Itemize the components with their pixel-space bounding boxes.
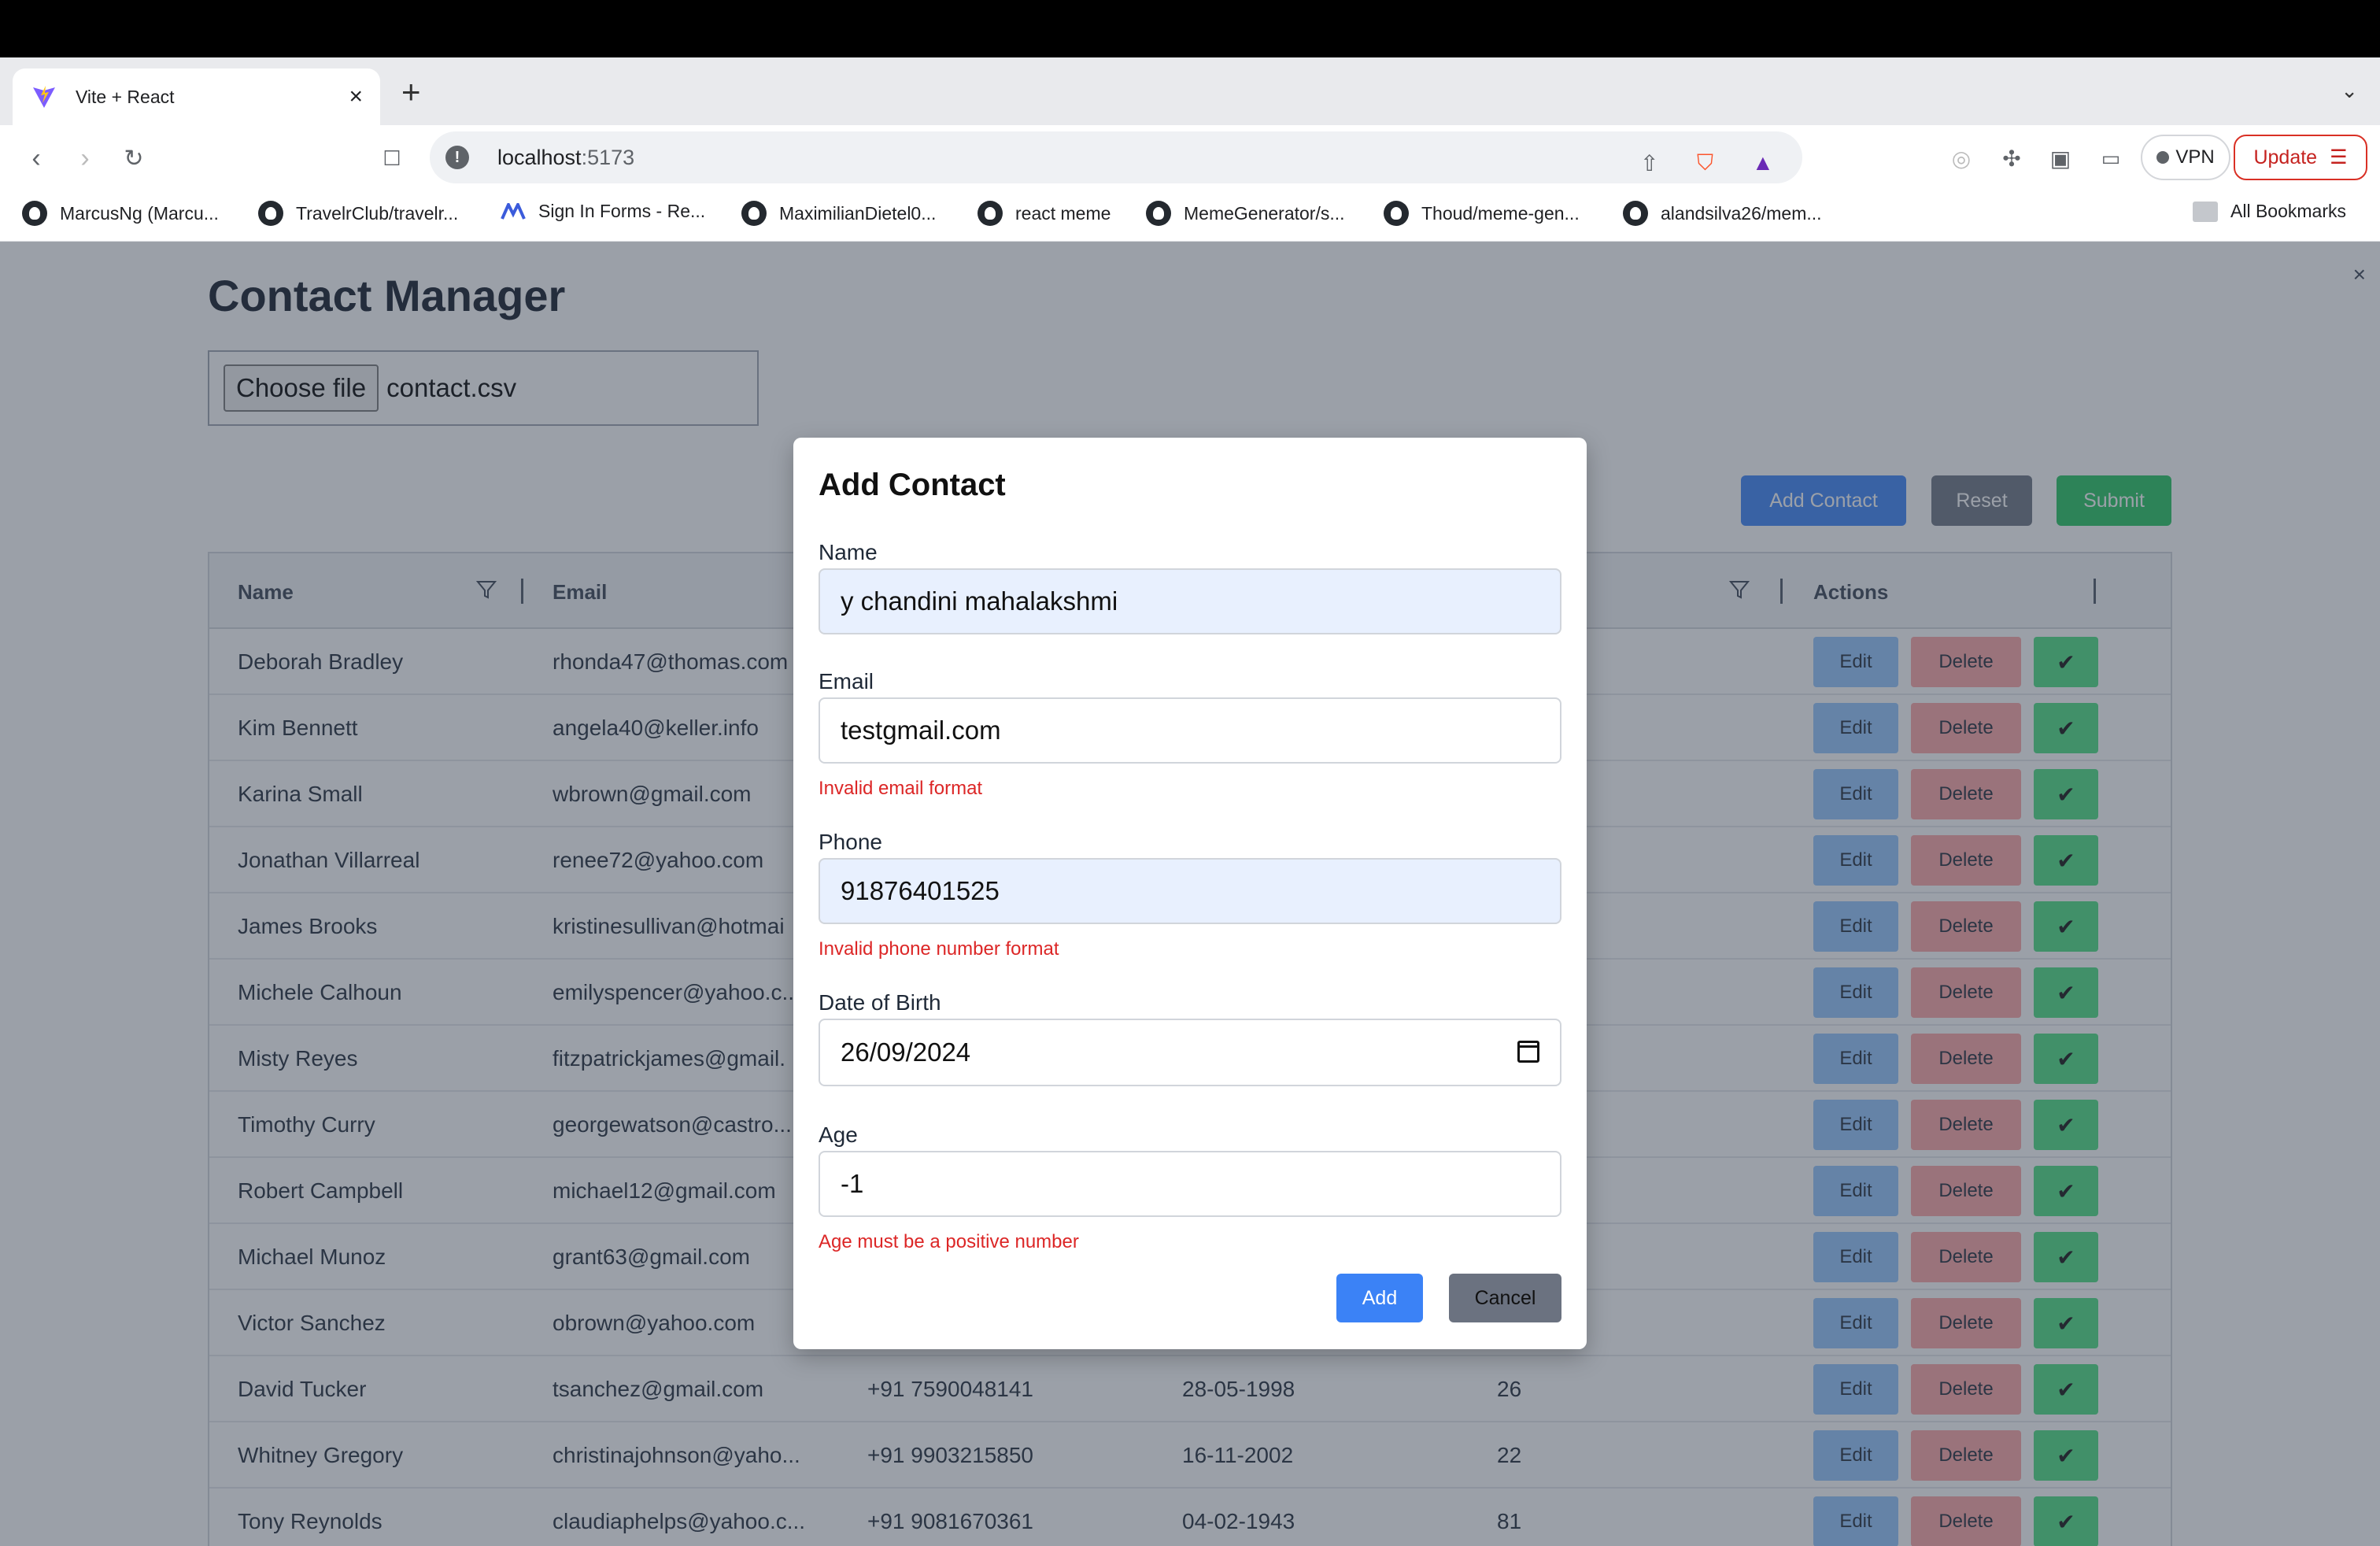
url-text: localhost:5173 [497, 145, 635, 169]
github-icon [1623, 201, 1648, 226]
new-tab-button[interactable]: + [401, 76, 421, 109]
share-icon[interactable]: ⇧ [1640, 150, 1658, 176]
bookmark-item[interactable]: Thoud/meme-gen... [1384, 201, 1580, 226]
tab-strip: Vite + React × [0, 57, 2380, 125]
macos-menubar [0, 0, 2380, 57]
bookmark-item[interactable]: MaximilianDietel0... [741, 201, 936, 226]
name-label: Name [819, 540, 878, 564]
github-icon [741, 201, 767, 226]
dob-field[interactable]: 26/09/2024 [819, 1019, 1561, 1086]
age-value: -1 [841, 1169, 864, 1198]
brave-shields-icon[interactable]: ⛉ [1697, 150, 1713, 176]
sidebar-icon[interactable]: ▣ [2043, 141, 2078, 176]
browser-tab[interactable]: Vite + React × [13, 68, 380, 125]
brave-rewards-icon[interactable]: ▲ [1752, 150, 1774, 176]
update-label: Update [2253, 146, 2318, 168]
email-error: Invalid email format [819, 778, 983, 799]
dob-label: Date of Birth [819, 990, 941, 1015]
name-value: y chandini mahalakshmi [841, 586, 1118, 616]
github-icon [1146, 201, 1171, 226]
forward-icon[interactable]: › [68, 141, 102, 176]
bookmark-item[interactable]: alandsilva26/mem... [1623, 201, 1822, 226]
modal-cancel-button[interactable]: Cancel [1449, 1274, 1561, 1322]
close-icon[interactable]: × [2353, 262, 2366, 287]
tab-title: Vite + React [76, 86, 175, 107]
wallet-icon[interactable]: ▭ [2094, 141, 2128, 176]
vpn-button[interactable]: VPN [2141, 135, 2230, 180]
age-label: Age [819, 1123, 858, 1147]
vpn-status-icon [2156, 151, 2170, 164]
bookmark-item[interactable]: MemeGenerator/s... [1146, 201, 1345, 226]
age-field[interactable]: -1 [819, 1151, 1561, 1217]
menu-icon: ☰ [2330, 146, 2348, 168]
address-bar[interactable]: ! localhost:5173 ⇧ ⛉ ▲ [430, 131, 1802, 183]
tab-search-chevron-icon[interactable]: ⌄ [2341, 79, 2358, 103]
github-icon [1384, 201, 1409, 226]
vpn-label: VPN [2175, 146, 2215, 168]
bookmark-item[interactable]: Sign In Forms - Re... [501, 201, 705, 222]
github-icon [22, 201, 47, 226]
signin-forms-icon [501, 202, 526, 220]
bookmark-item[interactable]: react meme [978, 201, 1111, 226]
email-field[interactable]: testgmail.com [819, 697, 1561, 764]
calendar-icon[interactable] [1517, 1041, 1539, 1063]
phone-error: Invalid phone number format [819, 938, 1059, 960]
folder-icon [2193, 201, 2218, 222]
modal-add-button[interactable]: Add [1336, 1274, 1423, 1322]
web-page: Contact Manager Choose file contact.csv … [0, 242, 2380, 1546]
bookmark-icon[interactable]: ☐ [375, 141, 409, 176]
name-field[interactable]: y chandini mahalakshmi [819, 568, 1561, 634]
email-value: testgmail.com [841, 716, 1001, 745]
github-icon [978, 201, 1003, 226]
leo-icon[interactable]: ◎ [1944, 141, 1979, 176]
add-contact-modal: Add Contact Name y chandini mahalakshmi … [793, 438, 1587, 1349]
phone-value: 91876401525 [841, 876, 1000, 905]
update-button[interactable]: Update ☰ [2234, 135, 2367, 180]
extensions-icon[interactable]: ✣ [1994, 141, 2029, 176]
tab-close-icon[interactable]: × [349, 83, 363, 110]
dob-value: 26/09/2024 [841, 1037, 971, 1067]
bookmark-item[interactable]: TravelrClub/travelr... [258, 201, 458, 226]
bookmarks-bar: MarcusNg (Marcu... TravelrClub/travelr..… [0, 190, 2380, 242]
bookmark-item[interactable]: MarcusNg (Marcu... [22, 201, 219, 226]
vite-favicon-icon [30, 83, 58, 111]
github-icon [258, 201, 283, 226]
email-label: Email [819, 669, 874, 693]
phone-field[interactable]: 91876401525 [819, 858, 1561, 924]
phone-label: Phone [819, 830, 882, 854]
back-icon[interactable]: ‹ [19, 141, 54, 176]
modal-title: Add Contact [819, 468, 1006, 502]
site-info-icon[interactable]: ! [445, 146, 469, 169]
all-bookmarks[interactable]: All Bookmarks [2193, 201, 2346, 222]
browser-toolbar: ‹ › ↻ ☐ ! localhost:5173 ⇧ ⛉ ▲ ◎ ✣ ▣ ▭ V… [0, 125, 2380, 190]
reload-icon[interactable]: ↻ [116, 141, 151, 176]
age-error: Age must be a positive number [819, 1231, 1079, 1252]
